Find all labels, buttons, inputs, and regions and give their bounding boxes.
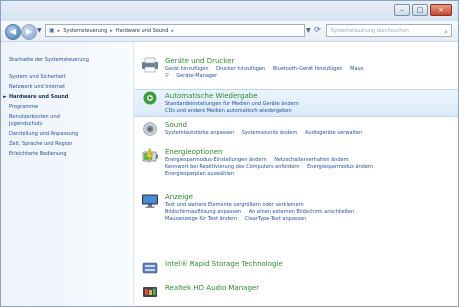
link-cleartype[interactable]: ClearType-Text anpassen <box>245 216 307 222</box>
link-external-display[interactable]: An einen externen Bildschirm anschließen <box>249 209 354 215</box>
current-bullet-icon: ► <box>3 94 7 100</box>
sidebar: Startseite der Systemsteuerung System un… <box>1 42 134 306</box>
sidebar-item-clock-language[interactable]: Zeit, Sprache und Region <box>9 141 72 148</box>
battery-icon <box>142 148 158 164</box>
minimize-button[interactable]: – <box>394 4 410 16</box>
sidebar-item-programs[interactable]: Programme <box>9 104 38 111</box>
maximize-button[interactable]: □ <box>412 4 428 16</box>
sidebar-item-network-internet[interactable]: Netzwerk und Internet <box>9 84 65 91</box>
search-placeholder: Systemsteuerung durchsuchen <box>331 28 409 34</box>
search-icon[interactable]: ⌕ <box>444 26 448 38</box>
address-toolbar: ◀ ▶ ▼ ▣ ▸ Systemsteuerung ▸ Hardware und… <box>1 21 458 42</box>
link-mouse-pointer[interactable]: Mausanzeige für Text ändern <box>165 216 237 222</box>
speaker-icon <box>143 122 157 136</box>
section-display: Anzeige Text und weitere Elemente vergrö… <box>134 193 458 237</box>
section-links: Text und weitere Elemente vergrößern ode… <box>165 202 452 223</box>
address-bar[interactable]: ▣ ▸ Systemsteuerung ▸ Hardware und Sound… <box>45 24 305 37</box>
section-title[interactable]: Anzeige <box>165 193 193 201</box>
sidebar-item-system-security[interactable]: System und Sicherheit <box>9 74 65 81</box>
section-links: Energiesparmodus-Einstellungen ändern Ne… <box>165 157 452 178</box>
section-autoplay: Automatische Wiedergabe Standardeinstell… <box>134 89 458 117</box>
history-dropdown-icon[interactable]: ▼ <box>37 27 42 34</box>
section-links: Systemlautstärke anpassen Systemsounds ä… <box>165 130 452 137</box>
audio-manager-icon <box>143 287 157 297</box>
search-input[interactable]: Systemsteuerung durchsuchen ⌕ <box>326 24 452 37</box>
storage-icon <box>142 262 158 274</box>
link-device-manager[interactable]: ⛨ Geräte-Manager <box>165 73 223 79</box>
sidebar-item-control-panel-home[interactable]: Startseite der Systemsteuerung <box>9 57 89 64</box>
section-title[interactable]: Energieoptionen <box>165 148 223 156</box>
link-system-sounds[interactable]: Systemsounds ändern <box>242 130 298 136</box>
link-add-printer[interactable]: Drucker hinzufügen <box>216 66 265 72</box>
section-intel-rst: Intel® Rapid Storage Technologie <box>134 260 458 274</box>
section-title[interactable]: Realtek HD Audio Manager <box>165 284 259 292</box>
main-content: Geräte und Drucker Gerät hinzufügen Druc… <box>134 42 458 306</box>
link-sleep-mode[interactable]: Energiesparmodus ändern <box>307 164 373 170</box>
back-button[interactable]: ◀ <box>5 24 21 40</box>
printer-icon <box>142 57 158 73</box>
breadcrumb-separator-icon: ▸ <box>171 27 174 34</box>
link-mouse[interactable]: Maus <box>350 66 363 72</box>
sidebar-item-label: Hardware und Sound <box>9 94 69 100</box>
monitor-icon <box>142 194 158 208</box>
breadcrumb-separator-icon: ▸ <box>57 27 61 34</box>
link-require-password[interactable]: Kennwort bei Reaktivierung des Computers… <box>165 164 300 170</box>
forward-button[interactable]: ▶ <box>21 24 37 40</box>
link-choose-plan[interactable]: Energiesparplan auswählen <box>165 171 234 177</box>
link-power-buttons[interactable]: Netzschalterverhalten ändern <box>274 157 349 163</box>
section-title[interactable]: Intel® Rapid Storage Technologie <box>165 260 283 268</box>
section-title[interactable]: Sound <box>165 121 187 129</box>
section-title[interactable]: Automatische Wiedergabe <box>165 92 258 100</box>
title-bar: – □ × <box>1 1 458 21</box>
section-sound: Sound Systemlautstärke anpassen Systemso… <box>134 121 458 143</box>
breadcrumb-hardware-sound[interactable]: Hardware und Sound <box>116 28 169 34</box>
folder-icon: ▣ <box>49 27 55 34</box>
section-links: Gerät hinzufügen Drucker hinzufügen Blue… <box>165 66 452 80</box>
link-add-device[interactable]: Gerät hinzufügen <box>165 66 209 72</box>
section-links: Standardeinstellungen für Medien und Ger… <box>165 101 452 115</box>
link-energy-settings[interactable]: Energiesparmodus-Einstellungen ändern <box>165 157 267 163</box>
autoplay-icon <box>143 91 157 105</box>
link-text-size[interactable]: Text und weitere Elemente vergrößern ode… <box>165 202 304 208</box>
link-resolution[interactable]: Bildschirmauflösung anpassen <box>165 209 241 215</box>
section-realtek: Realtek HD Audio Manager <box>134 284 458 298</box>
sidebar-item-appearance[interactable]: Darstellung und Anpassung <box>9 131 78 138</box>
section-devices-printers: Geräte und Drucker Gerät hinzufügen Druc… <box>134 57 458 83</box>
refresh-icon[interactable]: ⟳ <box>314 25 321 34</box>
sidebar-item-parental-controls[interactable]: Jugendschutz <box>9 121 43 128</box>
section-title[interactable]: Geräte und Drucker <box>165 57 234 65</box>
close-button[interactable]: × <box>430 4 452 16</box>
link-label: Geräte-Manager <box>176 73 218 79</box>
link-system-volume[interactable]: Systemlautstärke anpassen <box>165 130 234 136</box>
sidebar-item-hardware-sound[interactable]: ► Hardware und Sound <box>3 94 69 101</box>
link-add-bluetooth[interactable]: Bluetooth-Gerät hinzufügen <box>273 66 343 72</box>
shield-icon: ⛨ <box>165 73 169 79</box>
address-dropdown-icon[interactable]: ▼ <box>306 27 311 34</box>
link-autoplay-cds[interactable]: CDs und andere Medien automatisch wieder… <box>165 108 292 114</box>
breadcrumb-separator-icon: ▸ <box>110 27 113 34</box>
control-panel-window: – □ × ◀ ▶ ▼ ▣ ▸ Systemsteuerung ▸ Hardwa… <box>0 0 459 307</box>
sidebar-item-ease-of-access[interactable]: Erleichterte Bedienung <box>9 151 67 158</box>
link-audio-devices[interactable]: Audiogeräte verwalten <box>305 130 362 136</box>
link-default-media[interactable]: Standardeinstellungen für Medien und Ger… <box>165 101 299 107</box>
sidebar-item-user-accounts[interactable]: Benutzerkonten und <box>9 114 60 121</box>
caption-buttons: – □ × <box>394 4 452 16</box>
section-power: Energieoptionen Energiesparmodus-Einstel… <box>134 148 458 188</box>
breadcrumb-control-panel[interactable]: Systemsteuerung <box>63 28 107 34</box>
